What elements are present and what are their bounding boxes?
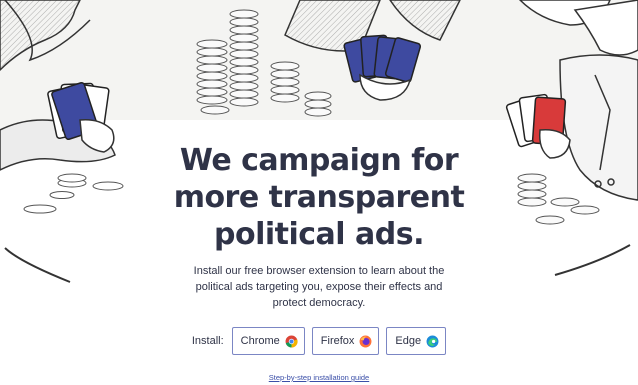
install-label: Install: bbox=[191, 335, 224, 347]
headline-line-2: more transparent bbox=[173, 180, 465, 215]
chrome-icon bbox=[285, 335, 298, 347]
description-line-1: Install our free browser extension to le… bbox=[193, 265, 445, 277]
description-line-2: political ads targeting you, expose thei… bbox=[195, 281, 443, 293]
installation-guide-link[interactable]: Step-by-step installation guide bbox=[0, 373, 638, 383]
headline-line-1: We campaign for bbox=[179, 143, 459, 178]
firefox-button-label: Firefox bbox=[320, 335, 355, 347]
hero-description: Install our free browser extension to le… bbox=[180, 263, 458, 311]
chrome-button-label: Chrome bbox=[240, 335, 280, 347]
hero-headline: We campaign for more transparent politic… bbox=[0, 142, 638, 253]
install-row: Install: Chrome Firefox Edge bbox=[0, 327, 638, 355]
edge-button-label: Edge bbox=[395, 335, 422, 347]
install-firefox-button[interactable]: Firefox bbox=[311, 327, 380, 355]
edge-icon bbox=[426, 335, 439, 347]
firefox-icon bbox=[359, 335, 372, 347]
description-line-3: protect democracy. bbox=[272, 297, 366, 309]
install-edge-button[interactable]: Edge bbox=[386, 327, 447, 355]
install-chrome-button[interactable]: Chrome bbox=[231, 327, 305, 355]
headline-line-3: political ads. bbox=[213, 217, 425, 252]
